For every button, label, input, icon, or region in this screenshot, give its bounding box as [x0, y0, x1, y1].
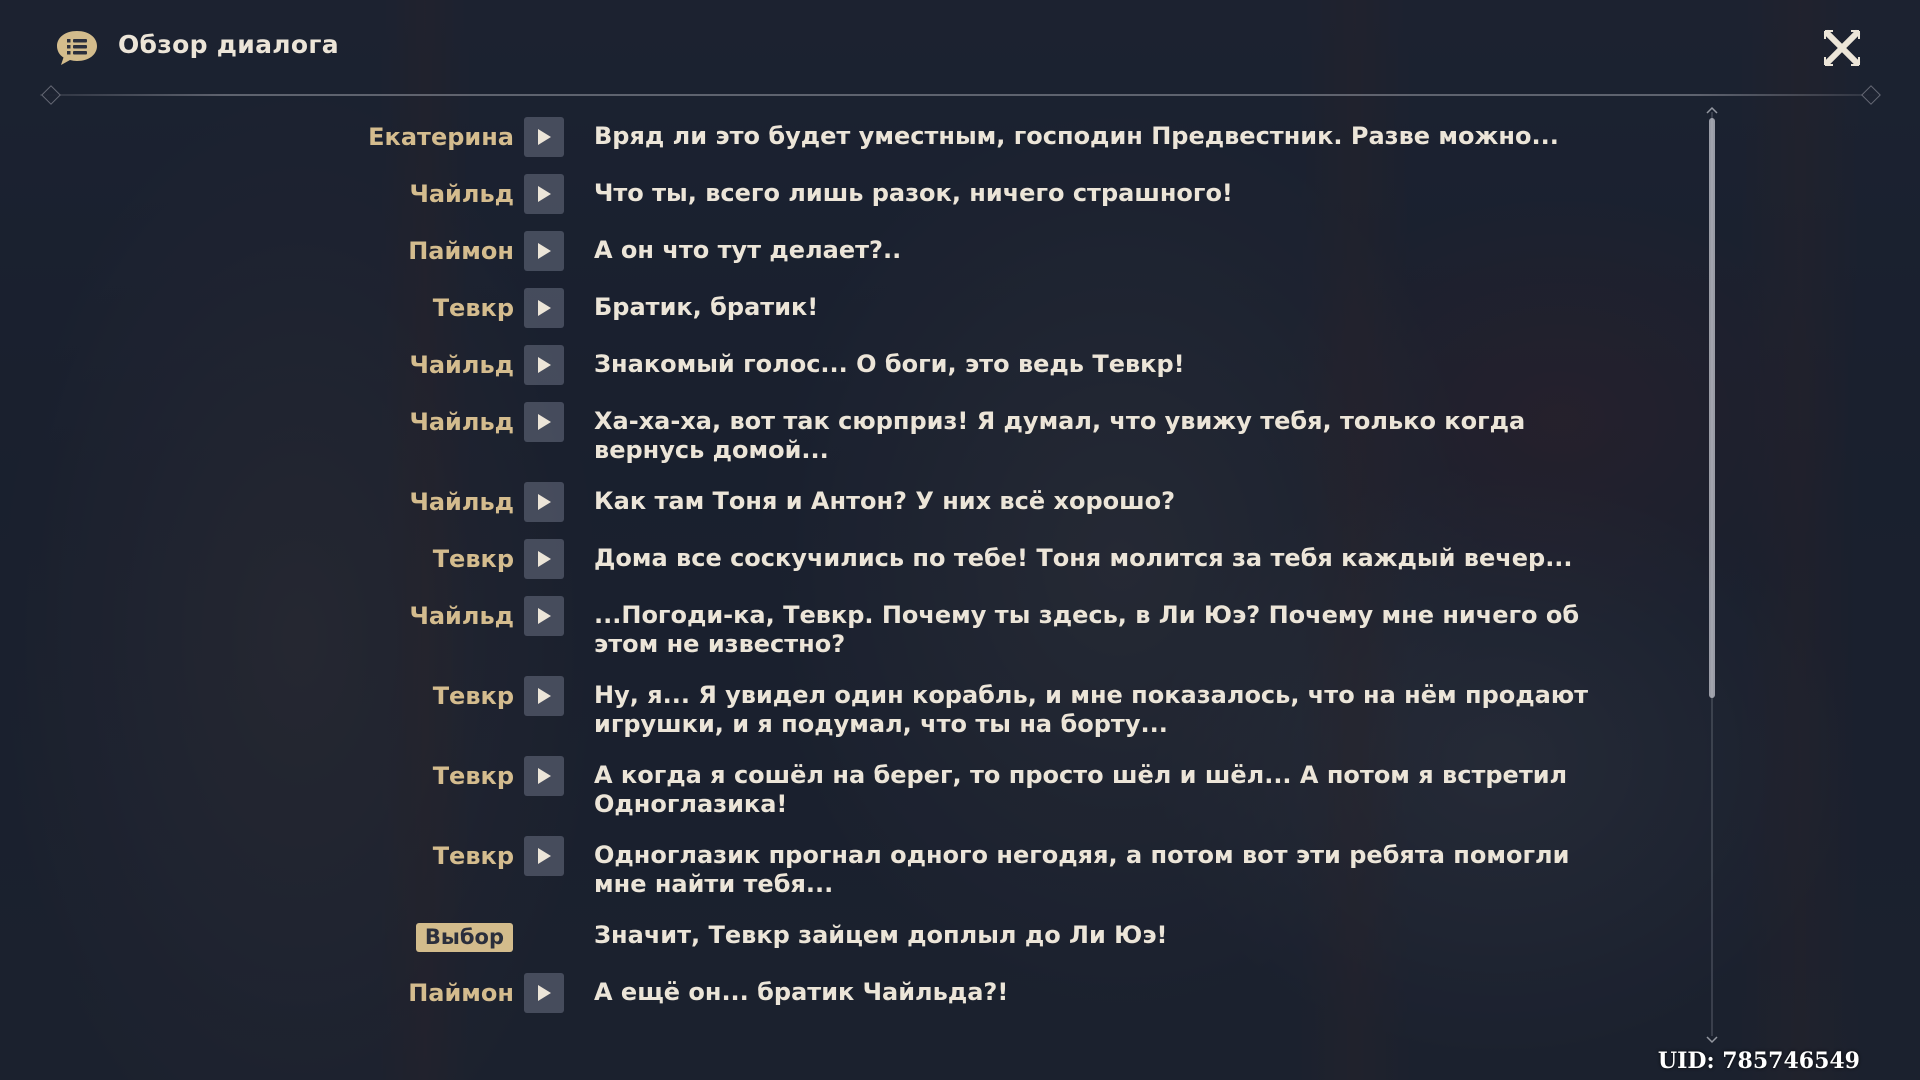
dialogue-row: Чайльд Как там Тоня и Антон? У них всё хо… — [0, 482, 1700, 522]
dialogue-row: Тевкр Дома все соскучились по тебе! Тоня … — [0, 539, 1700, 579]
speaker-column: Тевкр — [0, 756, 514, 796]
dialogue-row: Чайльд ...Погоди-ка, Тевкр. Почему ты зде… — [0, 596, 1700, 659]
play-voice-button[interactable] — [524, 539, 564, 579]
play-icon — [538, 129, 551, 145]
play-voice-button[interactable] — [524, 345, 564, 385]
dialogue-line-text: А он что тут делает?.. — [594, 236, 902, 264]
speaker-name: Чайльд — [409, 602, 514, 630]
play-voice-button[interactable] — [524, 676, 564, 716]
dialogue-row: Тевкр Ну, я... Я увидел один корабль, и м… — [0, 676, 1700, 739]
speaker-name: Чайльд — [409, 408, 514, 436]
play-icon — [538, 768, 551, 784]
close-icon — [1823, 29, 1861, 67]
dialogue-row: Тевкр Одноглазик прогнал одного негодяя, … — [0, 836, 1700, 899]
dialogue-row: Екатерина Вряд ли это будет уместным, гос… — [0, 117, 1700, 157]
speaker-name: Чайльд — [409, 488, 514, 516]
dialogue-choice-row: Выбор Значит, Тевкр зайцем доплыл до Ли Ю… — [0, 916, 1700, 956]
play-icon — [538, 243, 551, 259]
speaker-name: Паймон — [408, 237, 514, 265]
speaker-column: Чайльд — [0, 174, 514, 214]
speaker-name: Тевкр — [432, 294, 514, 322]
dialogue-row: Чайльд Знакомый голос... О боги, это ведь… — [0, 345, 1700, 385]
speaker-column: Тевкр — [0, 288, 514, 328]
dialogue-line-text: Значит, Тевкр зайцем доплыл до Ли Юэ! — [594, 921, 1168, 949]
play-voice-button[interactable] — [524, 117, 564, 157]
header-bar: Обзор диалога — [0, 0, 1920, 105]
dialogue-list-icon — [57, 31, 97, 65]
dialogue-row: Тевкр А когда я сошёл на берег, то просто… — [0, 756, 1700, 819]
play-icon — [538, 551, 551, 567]
play-icon — [538, 608, 551, 624]
play-icon — [538, 494, 551, 510]
scroll-down-arrow-icon[interactable] — [1706, 1036, 1718, 1044]
speaker-name: Чайльд — [409, 180, 514, 208]
dialogue-line-text: Одноглазик прогнал одного негодяя, а пот… — [594, 841, 1570, 898]
dialogue-line-text: Как там Тоня и Антон? У них всё хорошо? — [594, 487, 1176, 515]
dialogue-row: Паймон А ещё он... братик Чайльда?! — [0, 973, 1700, 1013]
dialogue-line-text: Что ты, всего лишь разок, ничего страшно… — [594, 179, 1233, 207]
speaker-column: Чайльд — [0, 596, 514, 636]
play-voice-button[interactable] — [524, 973, 564, 1013]
scroll-up-arrow-icon[interactable] — [1706, 106, 1718, 114]
speaker-name: Тевкр — [432, 842, 514, 870]
speaker-column: Тевкр — [0, 676, 514, 716]
speaker-column: Чайльд — [0, 345, 514, 385]
uid-label: UID: 785746549 — [1657, 1048, 1860, 1074]
dialogue-line-text: Ну, я... Я увидел один корабль, и мне по… — [594, 681, 1589, 738]
play-voice-button[interactable] — [524, 231, 564, 271]
play-icon — [538, 186, 551, 202]
dialogue-row: Паймон А он что тут делает?.. — [0, 231, 1700, 271]
dialogue-row: Чайльд Ха-ха-ха, вот так сюрприз! Я думал… — [0, 402, 1700, 465]
speaker-name: Паймон — [408, 979, 514, 1007]
speaker-column: Паймон — [0, 973, 514, 1013]
play-icon — [538, 985, 551, 1001]
play-voice-button[interactable] — [524, 174, 564, 214]
speaker-name: Чайльд — [409, 351, 514, 379]
play-voice-button[interactable] — [524, 756, 564, 796]
close-button[interactable] — [1822, 28, 1862, 68]
dialogue-list: Екатерина Вряд ли это будет уместным, гос… — [0, 117, 1700, 1030]
dialogue-row: Тевкр Братик, братик! — [0, 288, 1700, 328]
speaker-column: Чайльд — [0, 482, 514, 522]
play-voice-button[interactable] — [524, 836, 564, 876]
choice-badge: Выбор — [415, 923, 513, 952]
speaker-name: Тевкр — [432, 682, 514, 710]
play-voice-button[interactable] — [524, 482, 564, 522]
speaker-name: Екатерина — [368, 123, 514, 151]
speaker-column: Паймон — [0, 231, 514, 271]
play-icon — [538, 688, 551, 704]
dialogue-line-text: А когда я сошёл на берег, то просто шёл … — [594, 761, 1568, 818]
dialogue-line-text: А ещё он... братик Чайльда?! — [594, 978, 1009, 1006]
speaker-name: Тевкр — [432, 762, 514, 790]
speaker-column: Тевкр — [0, 836, 514, 876]
play-icon — [538, 414, 551, 430]
play-voice-button[interactable] — [524, 402, 564, 442]
scrollbar-thumb[interactable] — [1709, 118, 1715, 698]
play-icon — [538, 300, 551, 316]
speaker-column: Выбор — [0, 916, 514, 956]
speaker-column: Тевкр — [0, 539, 514, 579]
dialogue-line-text: Дома все соскучились по тебе! Тоня молит… — [594, 544, 1573, 572]
speaker-column: Екатерина — [0, 117, 514, 157]
dialogue-line-text: Ха-ха-ха, вот так сюрприз! Я думал, что … — [594, 407, 1526, 464]
play-icon — [538, 357, 551, 373]
dialogue-line-text: ...Погоди-ка, Тевкр. Почему ты здесь, в … — [594, 601, 1580, 658]
dialogue-line-text: Вряд ли это будет уместным, господин Пре… — [594, 122, 1559, 150]
dialogue-line-text: Братик, братик! — [594, 293, 819, 321]
play-voice-button[interactable] — [524, 288, 564, 328]
play-icon — [538, 848, 551, 864]
header-divider — [40, 94, 1880, 96]
page-title: Обзор диалога — [118, 30, 339, 59]
dialogue-line-text: Знакомый голос... О боги, это ведь Тевкр… — [594, 350, 1185, 378]
dialogue-row: Чайльд Что ты, всего лишь разок, ничего с… — [0, 174, 1700, 214]
speaker-name: Тевкр — [432, 545, 514, 573]
play-voice-button[interactable] — [524, 596, 564, 636]
speaker-column: Чайльд — [0, 402, 514, 442]
dialogue-review-screen: Обзор диалога Екатерина Вряд ли это будет… — [0, 0, 1920, 1080]
play-placeholder — [524, 916, 564, 956]
